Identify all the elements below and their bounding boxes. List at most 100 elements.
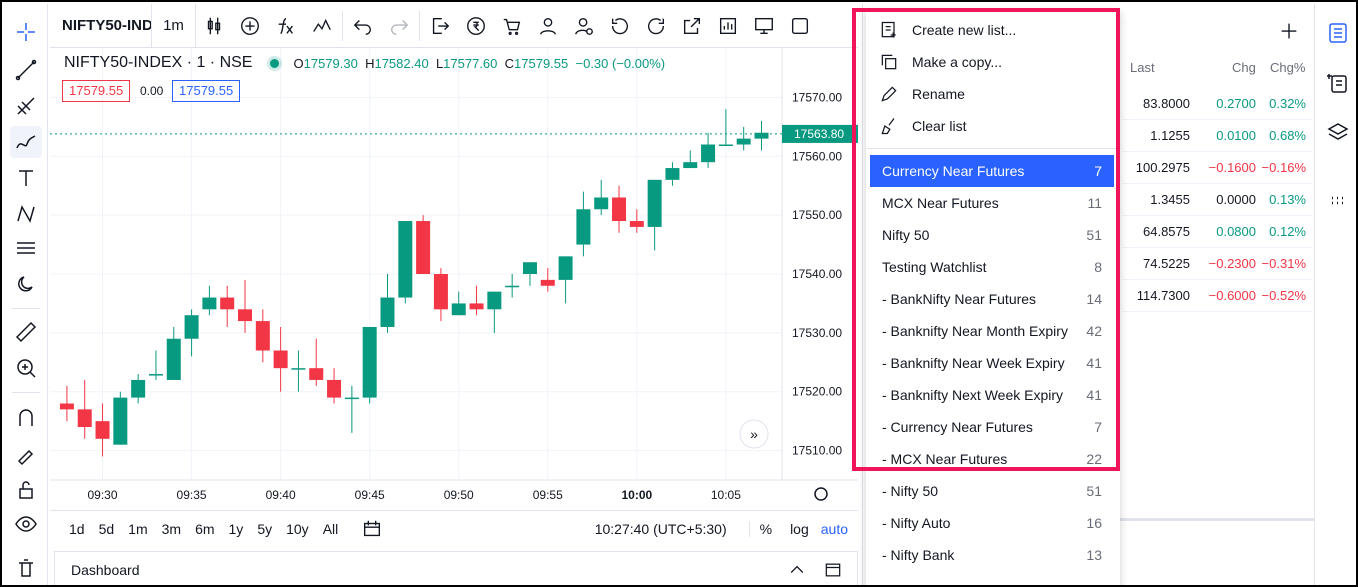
lock-drawing-icon[interactable] xyxy=(10,438,42,470)
watchlist-list-item[interactable]: - Banknifty Next Week Expiry 41 xyxy=(870,379,1114,411)
candles-type-icon[interactable] xyxy=(196,4,232,48)
fx-icon[interactable] xyxy=(268,4,304,48)
log-toggle[interactable]: log xyxy=(782,521,817,537)
chevron-up-icon[interactable] xyxy=(787,560,823,580)
watchlist-list-item[interactable]: - Banknifty Near Month Expiry 42 xyxy=(870,315,1114,347)
range-button[interactable]: 1d xyxy=(62,521,92,537)
watchlist-list-item[interactable]: Currency Near Futures 7 xyxy=(870,155,1114,187)
reset-icon[interactable] xyxy=(602,4,638,48)
watchlist-list-item[interactable]: - Currency Near Futures 7 xyxy=(870,411,1114,443)
watchlist-row[interactable]: 64.8575 0.0800 0.12% xyxy=(1122,216,1312,248)
more-icon[interactable] xyxy=(1323,186,1353,216)
magnet-icon[interactable] xyxy=(10,402,42,434)
eye-icon[interactable] xyxy=(10,508,42,540)
symbol-search[interactable]: NIFTY50-IND xyxy=(50,3,152,48)
interval-selector[interactable]: 1m xyxy=(152,3,196,48)
redo-icon[interactable] xyxy=(381,4,417,48)
menu-action[interactable]: Make a copy... xyxy=(866,46,1120,78)
refresh-icon[interactable] xyxy=(638,4,674,48)
watchlist-list-item[interactable]: Testing Watchlist 8 xyxy=(870,251,1114,283)
watchlist-row[interactable]: 83.8000 0.2700 0.32% xyxy=(1122,88,1312,120)
range-button[interactable]: 6m xyxy=(188,521,221,537)
candle-body xyxy=(291,368,306,370)
text-tool-icon[interactable] xyxy=(10,162,42,194)
buy-price-box[interactable]: 17579.55 xyxy=(172,80,241,102)
compare-icon[interactable] xyxy=(304,4,340,48)
zoom-in-icon[interactable] xyxy=(10,352,42,384)
ruler-icon[interactable] xyxy=(10,316,42,348)
watchlist-row[interactable]: 100.2975 −0.1600 −0.16% xyxy=(1122,152,1312,184)
screen-icon[interactable] xyxy=(746,4,782,48)
price-tick: 17530.00 xyxy=(792,326,842,340)
panel-divider[interactable] xyxy=(1120,518,1314,521)
lock-icon[interactable] xyxy=(10,474,42,506)
col-chgp[interactable]: Chg% xyxy=(1270,60,1305,75)
layout-icon[interactable] xyxy=(782,4,818,48)
trend-line-icon[interactable] xyxy=(10,54,42,86)
menu-action[interactable]: Create new list... xyxy=(866,14,1120,46)
user-icon[interactable] xyxy=(530,4,566,48)
range-button[interactable]: 1m xyxy=(121,521,154,537)
dashboard-panel[interactable]: Dashboard xyxy=(54,551,858,585)
col-last[interactable]: Last xyxy=(1130,60,1155,75)
watchlist-list-item[interactable]: - MCX Near Futures 22 xyxy=(870,443,1114,475)
settings-icon[interactable] xyxy=(814,487,828,501)
auto-toggle[interactable]: auto xyxy=(817,521,858,537)
watchlist-list-item[interactable]: - Nifty Bank 13 xyxy=(870,539,1114,571)
range-button[interactable]: 3m xyxy=(155,521,188,537)
watchlist-list-item[interactable]: Nifty 50 51 xyxy=(870,219,1114,251)
list-name: - MCX Near Futures xyxy=(882,451,1008,467)
candle-body xyxy=(665,168,680,180)
range-button[interactable]: 5y xyxy=(250,521,279,537)
pattern-icon[interactable] xyxy=(10,198,42,230)
list-count: 8 xyxy=(1094,259,1102,275)
watchlist-row[interactable]: 74.5225 −0.2300 −0.31% xyxy=(1122,248,1312,280)
col-chg[interactable]: Chg xyxy=(1232,60,1256,75)
market-status-dot xyxy=(270,58,280,68)
moon-icon[interactable] xyxy=(10,268,42,300)
alerts-list-icon[interactable] xyxy=(1323,68,1353,98)
time-tick: 09:30 xyxy=(88,488,118,502)
range-button[interactable]: 5d xyxy=(92,521,122,537)
watchlist-list-item[interactable]: - BankNifty Near Futures 14 xyxy=(870,283,1114,315)
range-button[interactable]: 10y xyxy=(279,521,316,537)
list-name: Currency Near Futures xyxy=(882,163,1025,179)
currency-icon[interactable] xyxy=(458,4,494,48)
cart-icon[interactable] xyxy=(494,4,530,48)
chart-pane[interactable]: 17570.00 17560.00 17550.00 17540.00 17530.00… xyxy=(50,48,858,510)
maximize-icon[interactable] xyxy=(823,560,857,580)
range-button[interactable]: 1y xyxy=(222,521,251,537)
report-icon[interactable] xyxy=(710,4,746,48)
fib-tool-icon[interactable] xyxy=(10,90,42,122)
range-button[interactable]: All xyxy=(316,521,346,537)
price-tick: 17560.00 xyxy=(792,149,842,163)
crosshair-icon[interactable] xyxy=(10,16,42,48)
prediction-icon[interactable] xyxy=(10,232,42,264)
candle-body xyxy=(683,162,698,169)
brush-icon[interactable] xyxy=(10,126,42,158)
sell-price-box[interactable]: 17579.55 xyxy=(62,80,131,102)
undo-icon[interactable] xyxy=(345,4,381,48)
export-icon[interactable] xyxy=(422,4,458,48)
percent-toggle[interactable]: % xyxy=(748,520,782,537)
popout-icon[interactable] xyxy=(674,4,710,48)
watchlist-row[interactable]: 114.7300 −0.6000 −0.52% xyxy=(1122,280,1312,312)
add-indicator-icon[interactable] xyxy=(232,4,268,48)
menu-action[interactable]: Rename xyxy=(866,78,1120,110)
menu-action[interactable]: Clear list xyxy=(866,110,1120,142)
add-symbol-icon[interactable] xyxy=(1278,20,1300,42)
watchlist-list-item[interactable]: - Nifty Auto 16 xyxy=(870,507,1114,539)
clock-time[interactable]: 10:27:40 (UTC+5:30) xyxy=(595,521,749,537)
watchlist-list-item[interactable]: MCX Near Futures 11 xyxy=(870,187,1114,219)
watchlist-list-item[interactable]: - Nifty 50 51 xyxy=(870,475,1114,507)
goto-date-icon[interactable] xyxy=(361,518,383,540)
candle-body xyxy=(629,221,644,227)
price-chart[interactable]: 17570.00 17560.00 17550.00 17540.00 17530.00… xyxy=(50,48,858,510)
layers-icon[interactable] xyxy=(1323,118,1353,148)
trash-icon[interactable] xyxy=(10,552,42,584)
user-settings-icon[interactable] xyxy=(566,4,602,48)
watchlist-list-item[interactable]: - Banknifty Near Week Expiry 41 xyxy=(870,347,1114,379)
watchlist-icon[interactable] xyxy=(1323,18,1353,48)
watchlist-row[interactable]: 1.1255 0.0100 0.68% xyxy=(1122,120,1312,152)
watchlist-row[interactable]: 1.3455 0.0000 0.13% xyxy=(1122,184,1312,216)
